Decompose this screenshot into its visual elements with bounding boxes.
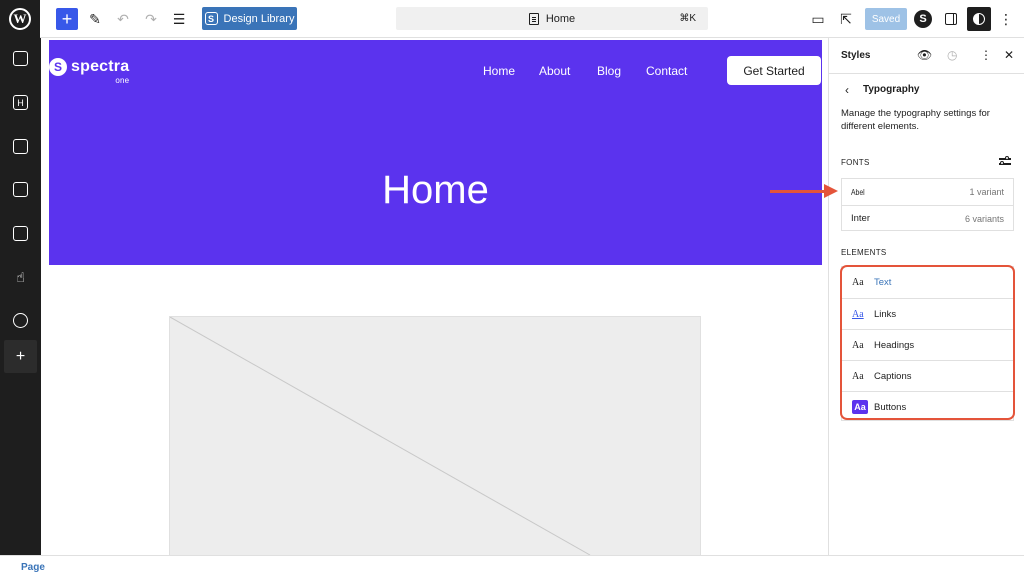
click-icon[interactable]: ☝ — [4, 261, 37, 294]
annotation-arrow-head — [824, 184, 838, 198]
chevron-left-icon[interactable]: ‹ — [845, 83, 849, 97]
logo-sub: one — [115, 76, 130, 85]
sidebar-toggle-icon[interactable] — [941, 7, 961, 31]
editor-canvas[interactable]: S spectra one Home About Blog Contact Ge… — [41, 38, 828, 555]
redo-icon[interactable]: ↷ — [140, 7, 162, 31]
design-library-button[interactable]: S Design Library — [202, 7, 297, 30]
document-icon — [528, 12, 539, 25]
history-icon[interactable]: ◷ — [947, 48, 957, 62]
info-box-icon[interactable] — [4, 217, 37, 250]
placeholder-diagonal — [170, 317, 591, 555]
annotation-arrow — [770, 190, 826, 193]
device-preview-icon[interactable]: ▭ — [808, 7, 828, 31]
undo-icon[interactable]: ↶ — [112, 7, 134, 31]
spectra-icon[interactable]: S — [914, 10, 932, 28]
adjust-icon[interactable] — [999, 155, 1011, 166]
close-icon[interactable]: ✕ — [1004, 48, 1014, 62]
spectra-logo-icon: S — [49, 58, 67, 76]
external-link-icon[interactable]: ⇱ — [836, 7, 856, 31]
image-placeholder[interactable] — [169, 316, 701, 555]
font-item-abel[interactable]: Abel 1 variant — [842, 179, 1013, 205]
elements-label: ELEMENTS — [841, 248, 887, 257]
add-icon[interactable]: + — [4, 340, 37, 373]
site-logo[interactable]: S spectra one — [49, 58, 130, 85]
section-title: Typography — [863, 84, 920, 95]
more-vertical-icon[interactable]: ⋮ — [980, 48, 992, 62]
document-title: Home — [545, 12, 576, 25]
design-library-label: Design Library — [223, 12, 295, 25]
document-bar[interactable]: Home ⌘K — [396, 7, 708, 30]
nav-link-contact[interactable]: Contact — [646, 64, 687, 78]
spectra-icon: S — [204, 12, 218, 25]
command-shortcut: ⌘K — [679, 13, 696, 24]
font-item-inter[interactable]: Inter 6 variants — [842, 205, 1013, 231]
hero-section[interactable]: S spectra one Home About Blog Contact Ge… — [49, 40, 822, 265]
nav-link-about[interactable]: About — [539, 64, 570, 78]
wordpress-logo-icon[interactable]: W — [0, 0, 40, 38]
pen-icon[interactable]: ✎ — [84, 7, 106, 31]
styles-icon[interactable] — [967, 7, 991, 31]
eye-icon[interactable]: 👁 — [917, 48, 932, 62]
elements-highlight-box — [840, 265, 1015, 420]
more-vertical-icon[interactable]: ⋮ — [998, 7, 1014, 31]
nav-link-blog[interactable]: Blog — [597, 64, 621, 78]
image-block-icon[interactable] — [4, 130, 37, 163]
saved-button[interactable]: Saved — [865, 8, 907, 30]
patterns-icon[interactable] — [4, 42, 37, 75]
fonts-label: FONTS — [841, 158, 870, 167]
breadcrumb[interactable]: Page — [21, 562, 45, 573]
list-view-icon[interactable]: ☰ — [168, 7, 190, 31]
star-badge-icon[interactable] — [4, 304, 37, 337]
footer-bar: Page — [0, 555, 1024, 578]
get-started-button[interactable]: Get Started — [727, 56, 821, 85]
fonts-list: Abel 1 variant Inter 6 variants — [841, 178, 1014, 231]
panel-title: Styles — [841, 50, 871, 61]
heading-block-icon[interactable]: H — [4, 86, 37, 119]
container-block-icon[interactable] — [4, 173, 37, 206]
section-description: Manage the typography settings for diffe… — [841, 108, 990, 132]
logo-word: spectra — [71, 58, 130, 75]
hero-title[interactable]: Home — [49, 168, 822, 212]
top-toolbar: W + ✎ ↶ ↷ ☰ S Design Library Home ⌘K ▭ ⇱… — [0, 0, 1024, 38]
add-block-button[interactable]: + — [56, 8, 78, 30]
left-sidebar: H ☝ + — [0, 38, 41, 555]
panel-header: Styles 👁 ◷ ⋮ ✕ — [829, 38, 1024, 74]
nav-link-home[interactable]: Home — [483, 64, 515, 78]
